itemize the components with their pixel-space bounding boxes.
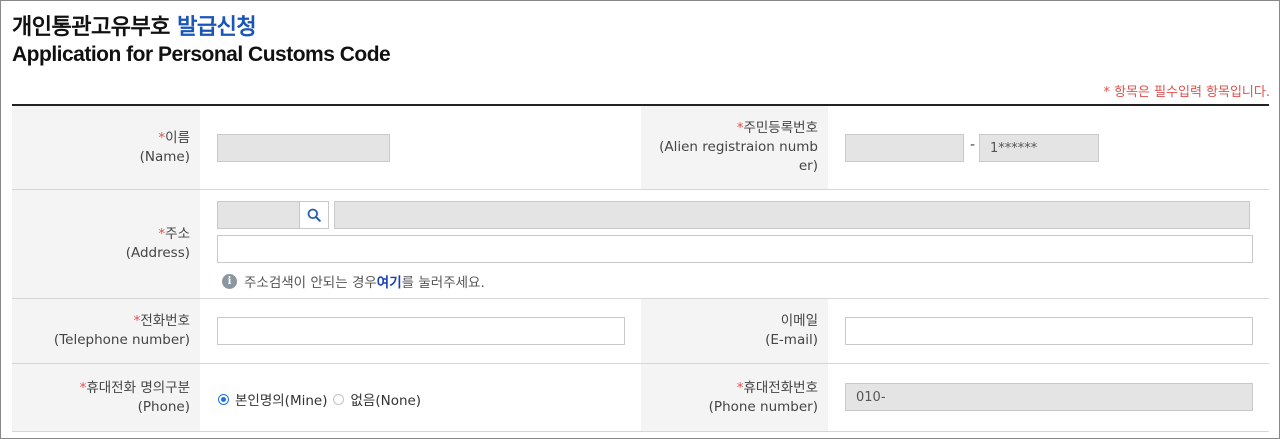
telephone-label-ko: 전화번호	[140, 313, 190, 329]
page-title-accent: 발급신청	[177, 15, 257, 40]
phone-owner-radio-group: 본인명의(Mine) 없음(None)	[218, 389, 427, 409]
form-row-address: *주소 (Address) i 주소검색이 안되는 경우 여기 를 눌러주세요.	[12, 190, 1269, 299]
application-panel: 개인통관고유부호 발급신청 Application for Personal C…	[0, 0, 1280, 439]
form-row-name: *이름 (Name) *주민등록번호 (Alien registraion nu…	[12, 106, 1269, 190]
phone-owner-label-ko: 휴대전화 명의구분	[86, 379, 190, 396]
page-title-main: 개인통관고유부호	[12, 15, 170, 40]
page-title-english: Application for Personal Customs Code	[12, 43, 391, 66]
name-label-ko: 이름	[165, 129, 190, 146]
search-icon	[307, 208, 321, 222]
mobile-label-en: (Phone number)	[708, 398, 818, 415]
form-row-telephone: *전화번호 (Telephone number) 이메일 (E-mail)	[12, 299, 1269, 364]
hint-text-after: 를 눌러주세요.	[401, 275, 485, 291]
address-search-button[interactable]	[299, 201, 329, 229]
mobile-label: *휴대전화번호 (Phone number)	[641, 364, 828, 431]
detail-address-input[interactable]	[217, 235, 1253, 263]
email-label-en: (E-mail)	[765, 332, 818, 348]
rrn-label-ko: 주민등록번호	[743, 120, 818, 136]
required-fields-note: * 항목은 필수입력 항목입니다.	[1103, 85, 1270, 100]
name-label-en: (Name)	[139, 148, 190, 165]
telephone-label-en: (Telephone number)	[53, 332, 190, 348]
rrn-label: *주민등록번호 (Alien registraion numb er)	[641, 106, 828, 189]
address-label-en: (Address)	[125, 245, 190, 261]
rrn-label-en-2: er)	[798, 158, 818, 174]
email-input[interactable]	[845, 317, 1253, 345]
application-form: *이름 (Name) *주민등록번호 (Alien registraion nu…	[12, 106, 1269, 432]
radio-mine[interactable]	[218, 393, 229, 405]
email-label: 이메일 (E-mail)	[641, 299, 828, 363]
manual-address-link[interactable]: 여기	[377, 271, 402, 291]
zipcode-input[interactable]	[217, 201, 300, 229]
radio-none[interactable]	[333, 393, 345, 405]
address-label: *주소 (Address)	[12, 190, 200, 298]
address-search-hint: i 주소검색이 안되는 경우 여기 를 눌러주세요.	[222, 271, 485, 291]
rrn-dash: -	[970, 137, 976, 153]
rrn-label-en-1: (Alien registraion numb	[659, 139, 818, 155]
address-label-ko: 주소	[165, 226, 190, 242]
mobile-input[interactable]	[845, 383, 1253, 411]
radio-mine-label[interactable]: 본인명의(Mine)	[235, 389, 327, 409]
telephone-input[interactable]	[217, 317, 625, 345]
radio-none-label[interactable]: 없음(None)	[350, 389, 421, 409]
telephone-label: *전화번호 (Telephone number)	[12, 299, 200, 363]
rrn-front-input[interactable]	[845, 134, 964, 162]
phone-owner-label-en: (Phone)	[137, 398, 190, 415]
name-input[interactable]	[217, 134, 390, 162]
rrn-back-input[interactable]	[979, 134, 1099, 162]
mobile-label-ko: 휴대전화번호	[743, 379, 818, 396]
hint-text-before: 주소검색이 안되는 경우	[244, 275, 377, 291]
base-address-input[interactable]	[334, 201, 1250, 229]
page-title-korean: 개인통관고유부호 발급신청	[12, 9, 257, 41]
phone-owner-label: *휴대전화 명의구분 (Phone)	[12, 364, 200, 431]
email-label-ko: 이메일	[780, 313, 818, 329]
form-row-phone: *휴대전화 명의구분 (Phone) 본인명의(Mine) 없음(None) *…	[12, 364, 1269, 432]
name-label: *이름 (Name)	[12, 106, 200, 189]
info-icon: i	[222, 273, 237, 289]
